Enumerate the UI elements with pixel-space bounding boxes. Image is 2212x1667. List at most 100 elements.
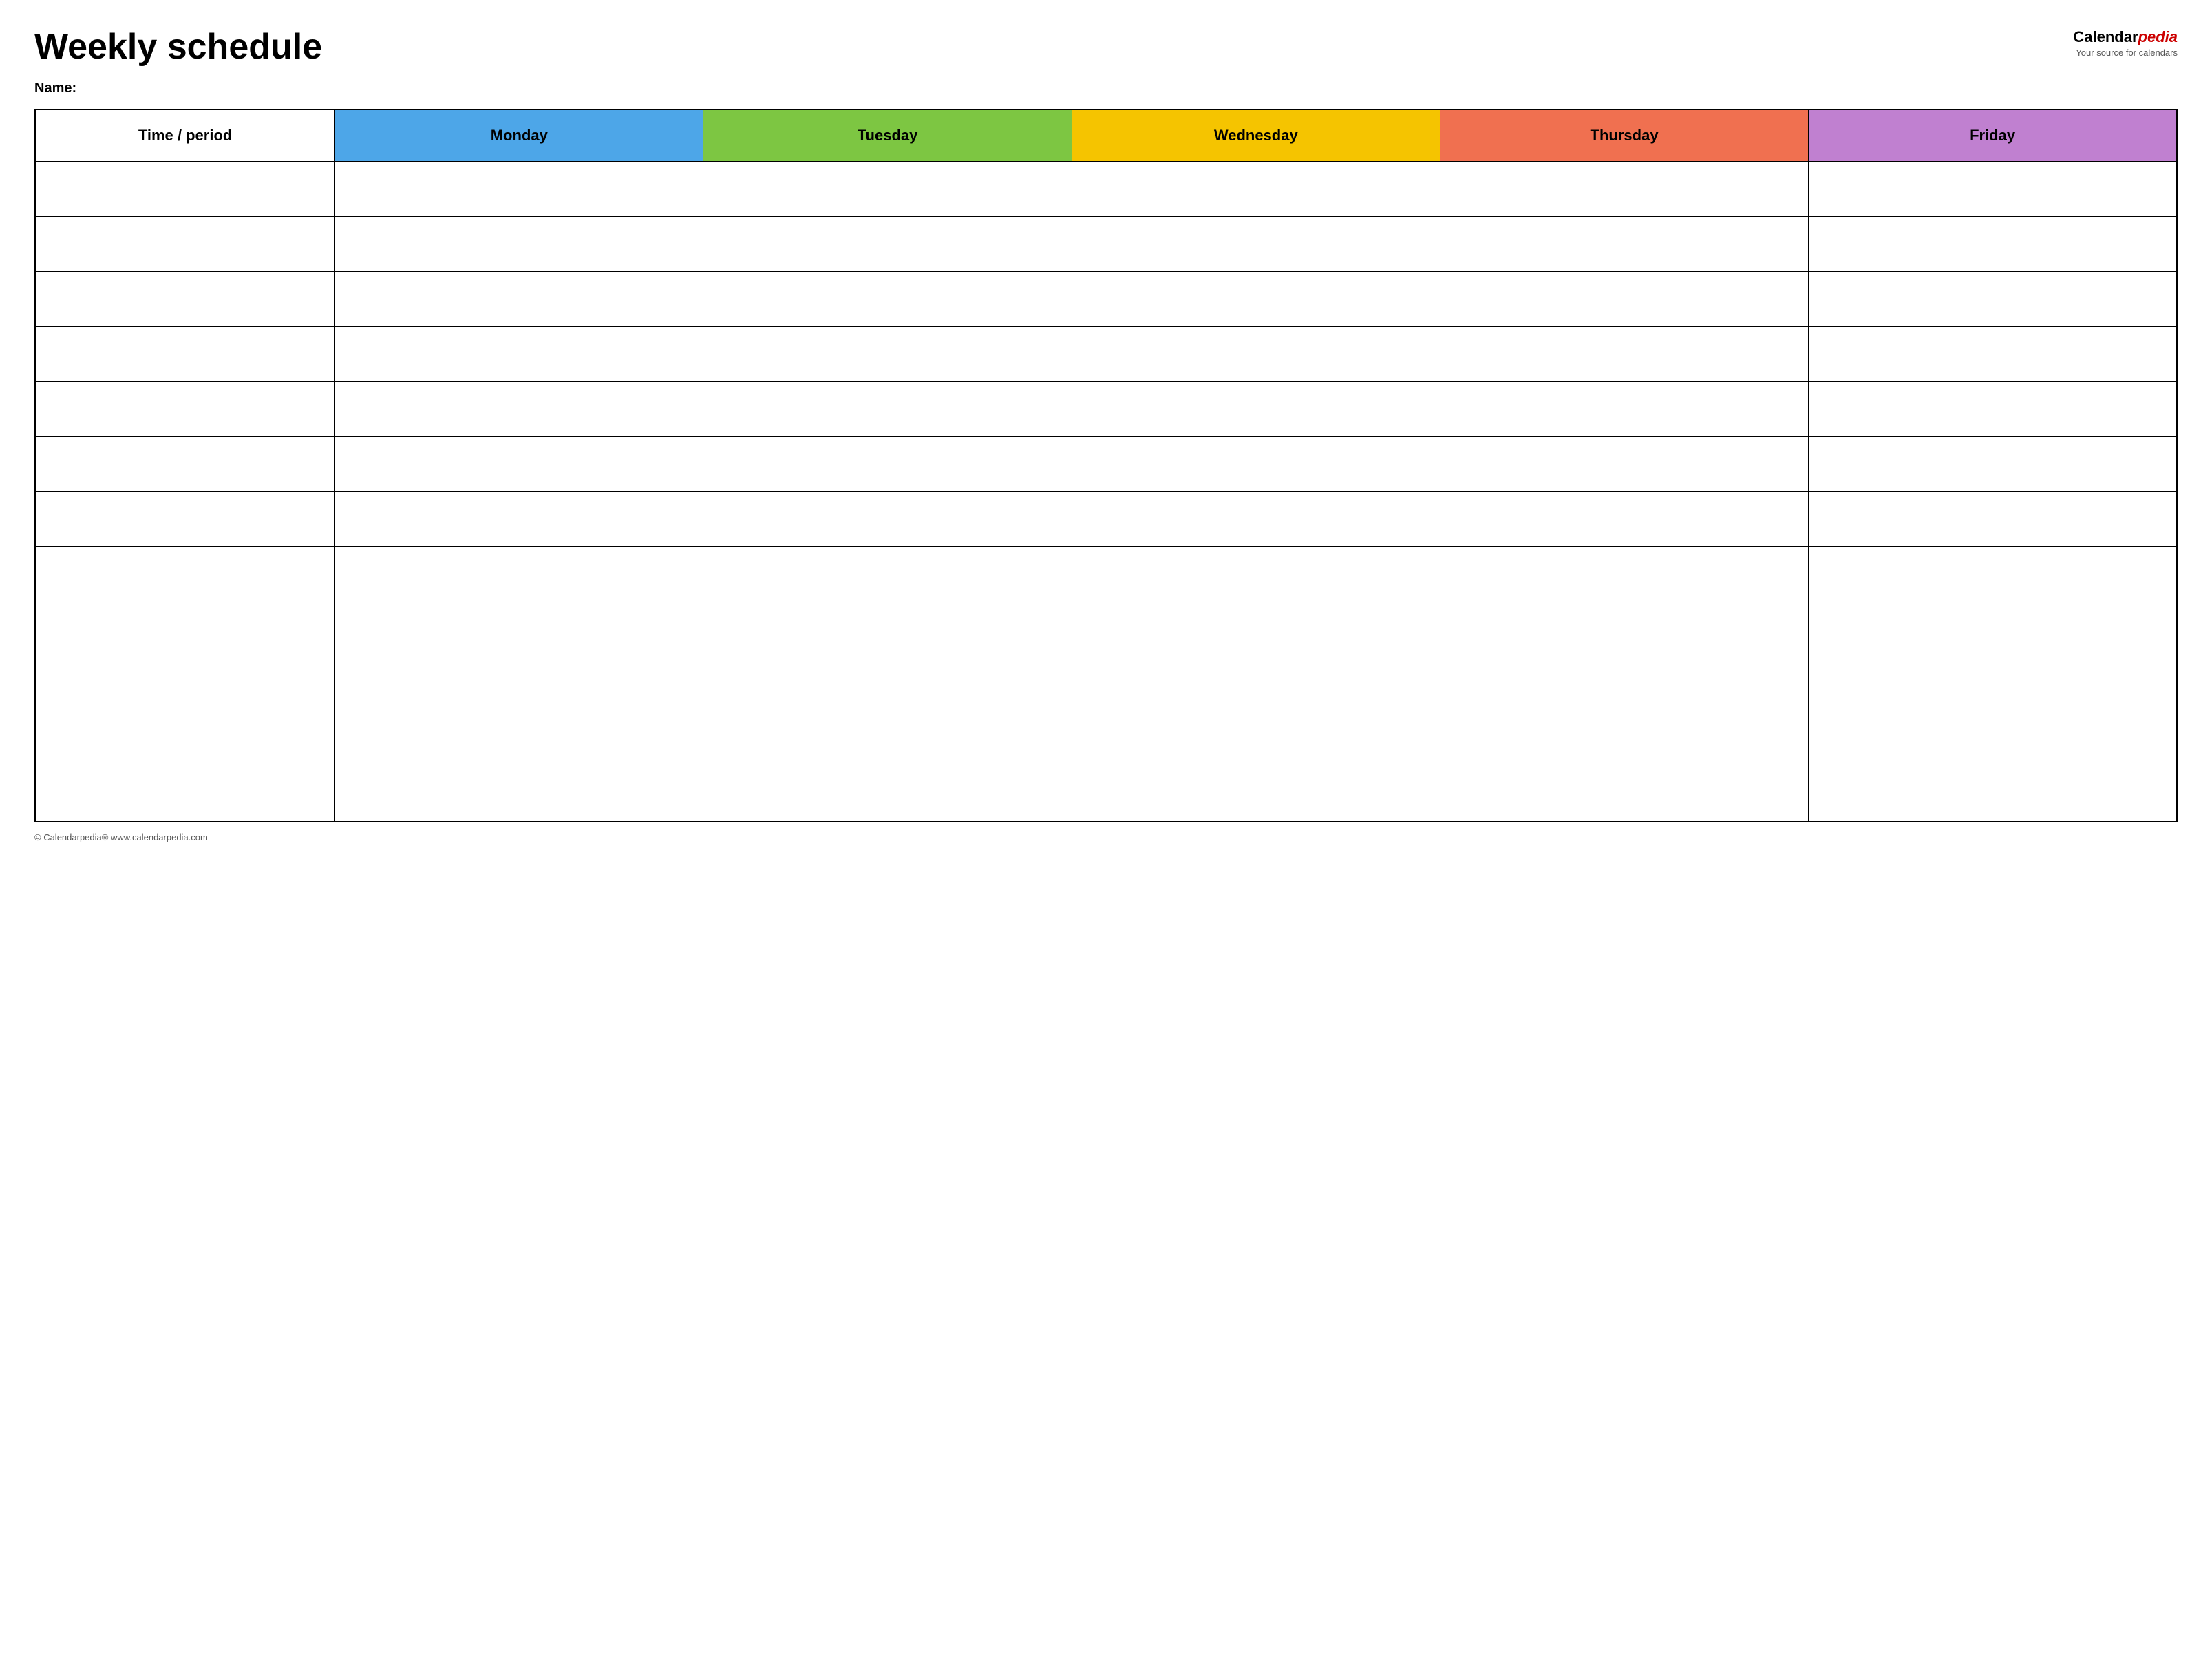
col-header-monday: Monday — [335, 109, 703, 161]
schedule-table: Time / period Monday Tuesday Wednesday T… — [34, 109, 2178, 822]
table-cell[interactable] — [1809, 602, 2177, 657]
table-cell[interactable] — [35, 546, 335, 602]
table-cell[interactable] — [35, 602, 335, 657]
table-cell[interactable] — [35, 436, 335, 491]
table-cell[interactable] — [1809, 271, 2177, 326]
table-cell[interactable] — [703, 657, 1072, 712]
col-header-thursday: Thursday — [1440, 109, 1808, 161]
table-cell[interactable] — [1440, 491, 1808, 546]
table-row — [35, 381, 2177, 436]
table-cell[interactable] — [335, 657, 703, 712]
table-row — [35, 216, 2177, 271]
table-cell[interactable] — [335, 602, 703, 657]
table-cell[interactable] — [1809, 546, 2177, 602]
table-cell[interactable] — [703, 216, 1072, 271]
table-cell[interactable] — [703, 602, 1072, 657]
table-cell[interactable] — [703, 546, 1072, 602]
table-cell[interactable] — [703, 381, 1072, 436]
table-cell[interactable] — [335, 381, 703, 436]
table-cell[interactable] — [1072, 326, 1440, 381]
logo: Calendarpedia Your source for calendars — [2073, 28, 2178, 59]
table-cell[interactable] — [1440, 326, 1808, 381]
table-row — [35, 436, 2177, 491]
table-cell[interactable] — [335, 271, 703, 326]
table-cell[interactable] — [35, 216, 335, 271]
table-cell[interactable] — [1440, 712, 1808, 767]
table-cell[interactable] — [1440, 657, 1808, 712]
logo-pedia-part: pedia — [2138, 28, 2178, 45]
table-cell[interactable] — [1440, 381, 1808, 436]
table-cell[interactable] — [703, 767, 1072, 822]
table-cell[interactable] — [35, 381, 335, 436]
table-cell[interactable] — [335, 436, 703, 491]
logo-calendar-part: Calendar — [2073, 28, 2138, 45]
table-cell[interactable] — [1809, 216, 2177, 271]
table-cell[interactable] — [1809, 436, 2177, 491]
table-cell[interactable] — [703, 161, 1072, 216]
table-cell[interactable] — [1072, 546, 1440, 602]
table-cell[interactable] — [1809, 381, 2177, 436]
table-cell[interactable] — [335, 546, 703, 602]
table-cell[interactable] — [1072, 602, 1440, 657]
table-cell[interactable] — [1809, 712, 2177, 767]
table-cell[interactable] — [35, 491, 335, 546]
table-cell[interactable] — [1809, 326, 2177, 381]
table-cell[interactable] — [703, 491, 1072, 546]
table-cell[interactable] — [35, 657, 335, 712]
table-cell[interactable] — [1440, 602, 1808, 657]
table-cell[interactable] — [335, 216, 703, 271]
table-cell[interactable] — [335, 326, 703, 381]
table-cell[interactable] — [703, 326, 1072, 381]
page-title: Weekly schedule — [34, 28, 322, 67]
table-cell[interactable] — [1072, 216, 1440, 271]
table-cell[interactable] — [1072, 161, 1440, 216]
table-row — [35, 602, 2177, 657]
table-cell[interactable] — [1072, 436, 1440, 491]
table-cell[interactable] — [35, 326, 335, 381]
table-row — [35, 767, 2177, 822]
table-cell[interactable] — [1072, 767, 1440, 822]
table-cell[interactable] — [335, 161, 703, 216]
table-cell[interactable] — [1440, 161, 1808, 216]
table-cell[interactable] — [1809, 657, 2177, 712]
table-row — [35, 657, 2177, 712]
table-row — [35, 712, 2177, 767]
col-header-time: Time / period — [35, 109, 335, 161]
table-cell[interactable] — [335, 491, 703, 546]
page-header: Weekly schedule Calendarpedia Your sourc… — [34, 28, 2178, 67]
table-cell[interactable] — [35, 712, 335, 767]
table-row — [35, 326, 2177, 381]
table-cell[interactable] — [1440, 271, 1808, 326]
table-cell[interactable] — [1072, 271, 1440, 326]
table-cell[interactable] — [335, 767, 703, 822]
table-cell[interactable] — [1809, 161, 2177, 216]
table-cell[interactable] — [35, 767, 335, 822]
schedule-body — [35, 161, 2177, 822]
table-cell[interactable] — [703, 271, 1072, 326]
table-row — [35, 161, 2177, 216]
table-cell[interactable] — [1440, 546, 1808, 602]
table-cell[interactable] — [1072, 657, 1440, 712]
table-cell[interactable] — [1072, 381, 1440, 436]
col-header-tuesday: Tuesday — [703, 109, 1072, 161]
table-cell[interactable] — [335, 712, 703, 767]
table-row — [35, 546, 2177, 602]
table-cell[interactable] — [1440, 767, 1808, 822]
table-cell[interactable] — [703, 712, 1072, 767]
table-cell[interactable] — [703, 436, 1072, 491]
table-cell[interactable] — [35, 271, 335, 326]
footer: © Calendarpedia® www.calendarpedia.com — [34, 832, 2178, 842]
table-cell[interactable] — [35, 161, 335, 216]
table-cell[interactable] — [1072, 712, 1440, 767]
table-cell[interactable] — [1809, 767, 2177, 822]
logo-text: Calendarpedia — [2073, 28, 2178, 47]
table-cell[interactable] — [1809, 491, 2177, 546]
name-label: Name: — [34, 81, 2178, 96]
table-row — [35, 271, 2177, 326]
copyright-text: © Calendarpedia® www.calendarpedia.com — [34, 832, 208, 842]
table-cell[interactable] — [1440, 436, 1808, 491]
table-cell[interactable] — [1072, 491, 1440, 546]
table-row — [35, 491, 2177, 546]
col-header-friday: Friday — [1809, 109, 2177, 161]
table-cell[interactable] — [1440, 216, 1808, 271]
